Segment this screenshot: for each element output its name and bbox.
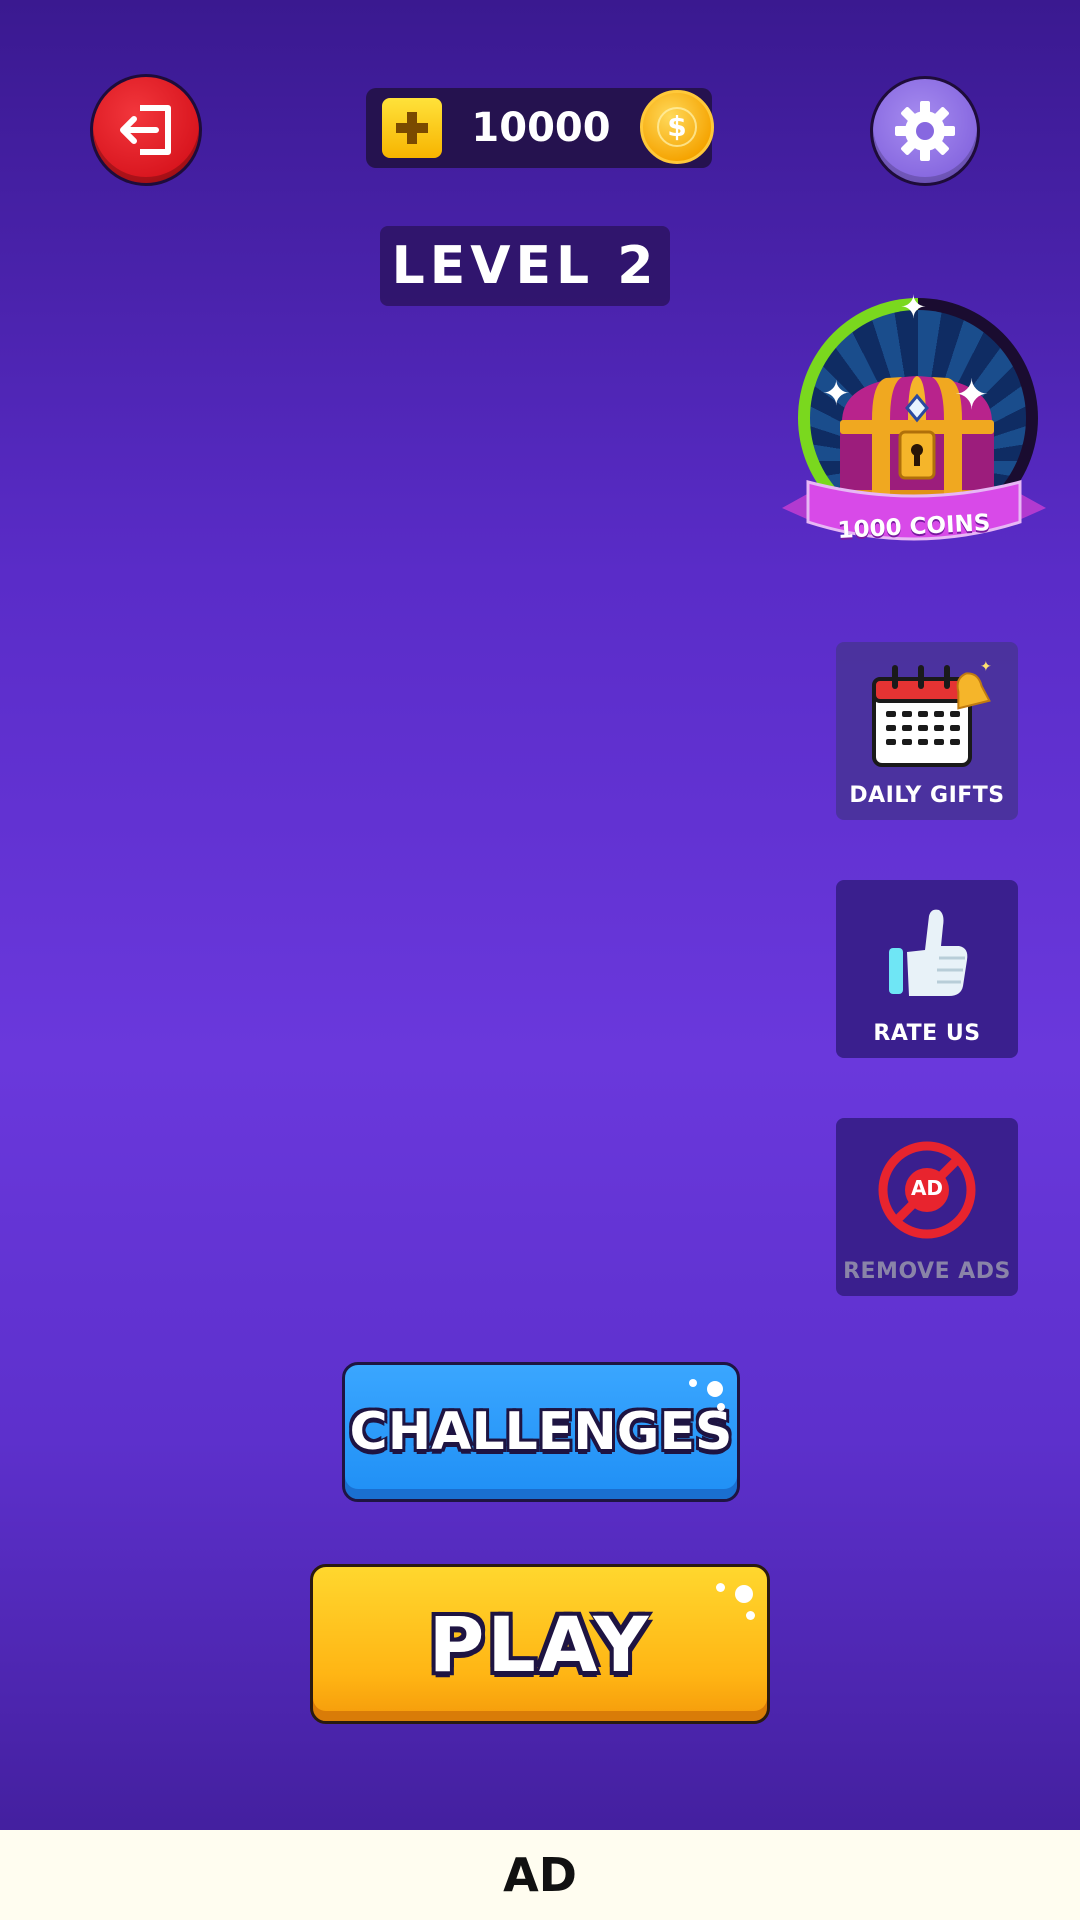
calendar-bell-icon: ✦ [872, 659, 992, 767]
thumbs-up-icon [889, 909, 968, 996]
rate-us-label: RATE US [873, 1021, 981, 1046]
level-indicator: LEVEL 2 [380, 226, 670, 306]
challenges-label: CHALLENGES [349, 1402, 733, 1462]
plus-icon [396, 112, 428, 144]
exit-icon [120, 105, 171, 155]
chest-reward-button[interactable]: 1000 COINS ✦ ✦ ✦ [778, 288, 1050, 582]
rate-us-button[interactable]: RATE US [836, 880, 1018, 1058]
daily-gifts-label: DAILY GIFTS [849, 783, 1005, 808]
ad-badge: AD [910, 1176, 944, 1200]
sparkle-icon: ✦ [900, 288, 927, 326]
play-button[interactable]: PLAY [310, 1564, 770, 1724]
shine-dot [746, 1611, 755, 1620]
settings-button[interactable] [870, 76, 980, 186]
shine-dot [735, 1585, 753, 1603]
remove-ads-button[interactable]: AD REMOVE ADS [836, 1118, 1018, 1296]
shine-dot [707, 1381, 723, 1397]
add-coins-button[interactable] [382, 98, 442, 158]
coin-balance-bar: 10000 $ [366, 88, 714, 168]
daily-gifts-button[interactable]: ✦ DAILY GIFTS [836, 642, 1018, 820]
coin-count: 10000 [471, 105, 611, 151]
challenges-button[interactable]: CHALLENGES [342, 1362, 740, 1502]
sparkle-icon: ✦ [954, 370, 990, 419]
coin-icon: $ [640, 90, 714, 164]
shine-dot [716, 1583, 725, 1592]
shine-dot [717, 1403, 725, 1411]
play-label: PLAY [428, 1599, 652, 1689]
gear-icon [895, 101, 955, 161]
ad-banner[interactable]: AD [0, 1830, 1080, 1920]
shine-dot [689, 1379, 697, 1387]
svg-text:$: $ [667, 110, 686, 143]
sparkle-icon: ✦ [822, 374, 851, 414]
svg-text:✦: ✦ [980, 659, 992, 675]
exit-button[interactable] [90, 74, 202, 186]
remove-ads-label: REMOVE ADS [843, 1259, 1011, 1284]
